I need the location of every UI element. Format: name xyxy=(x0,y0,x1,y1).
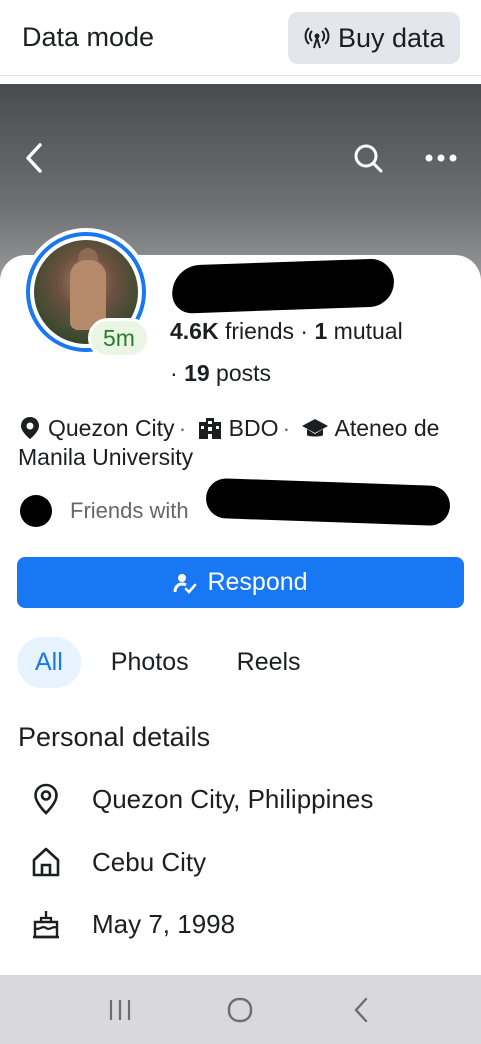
data-mode-bar: Data mode Buy data xyxy=(0,0,481,76)
redacted-mutual-name xyxy=(205,477,451,527)
posts-count: 19 xyxy=(184,360,210,386)
redacted-name xyxy=(171,258,395,314)
location-pin-icon xyxy=(30,783,62,815)
graduation-cap-icon xyxy=(301,419,328,437)
mutual-friends-row[interactable]: Friends with xyxy=(20,494,189,528)
detail-text: Cebu City xyxy=(92,846,207,877)
mutual-friend-avatar xyxy=(20,495,52,527)
detail-text: Quezon City, Philippines xyxy=(92,783,374,814)
profile-intro: Quezon City · BDO · Ateneo de Manila Unive… xyxy=(18,415,440,470)
posts-stats: · 19 posts xyxy=(170,360,271,387)
profile-tabs: All Photos Reels xyxy=(17,637,331,688)
intro-work: BDO xyxy=(228,415,279,441)
respond-button[interactable]: Respond xyxy=(17,557,464,608)
friend-request-icon xyxy=(173,573,197,594)
tab-reels[interactable]: Reels xyxy=(219,637,319,688)
back-arrow-icon[interactable] xyxy=(18,140,50,176)
more-options-icon[interactable] xyxy=(424,148,458,168)
posts-label: posts xyxy=(209,360,272,386)
tab-all[interactable]: All xyxy=(17,637,81,688)
mutual-label: mutual xyxy=(327,318,403,344)
building-icon xyxy=(198,418,221,439)
broadcast-icon xyxy=(304,27,330,49)
buy-data-button[interactable]: Buy data xyxy=(288,12,460,64)
home-icon xyxy=(30,846,62,878)
mutual-count: 1 xyxy=(314,318,328,344)
data-mode-title: Data mode xyxy=(22,22,155,52)
buy-data-label: Buy data xyxy=(338,22,445,53)
tab-photos[interactable]: Photos xyxy=(93,637,207,688)
friends-stats[interactable]: 4.6K friends · 1 mutual xyxy=(170,318,403,345)
detail-text: May 7, 1998 xyxy=(92,908,236,939)
friends-count: 4.6K xyxy=(170,318,219,344)
birthday-cake-icon xyxy=(30,908,62,940)
back-button-icon[interactable] xyxy=(341,990,381,1030)
active-status-badge: 5m xyxy=(88,318,150,358)
system-navigation-bar xyxy=(0,975,481,1044)
intro-location: Quezon City xyxy=(48,415,175,441)
mutual-friends-text: Friends with xyxy=(70,498,189,523)
respond-label: Respond xyxy=(207,568,308,596)
detail-current-city: Quezon City, Philippines xyxy=(30,781,373,817)
location-pin-icon xyxy=(21,417,39,439)
posts-prefix: · xyxy=(170,360,185,386)
home-button-icon[interactable] xyxy=(220,990,260,1030)
detail-hometown: Cebu City xyxy=(30,844,206,880)
search-icon[interactable] xyxy=(352,142,384,174)
personal-details-title: Personal details xyxy=(18,722,211,752)
friends-label: friends · xyxy=(218,318,315,344)
recent-apps-icon[interactable] xyxy=(100,990,140,1030)
detail-birthday: May 7, 1998 xyxy=(30,906,235,942)
